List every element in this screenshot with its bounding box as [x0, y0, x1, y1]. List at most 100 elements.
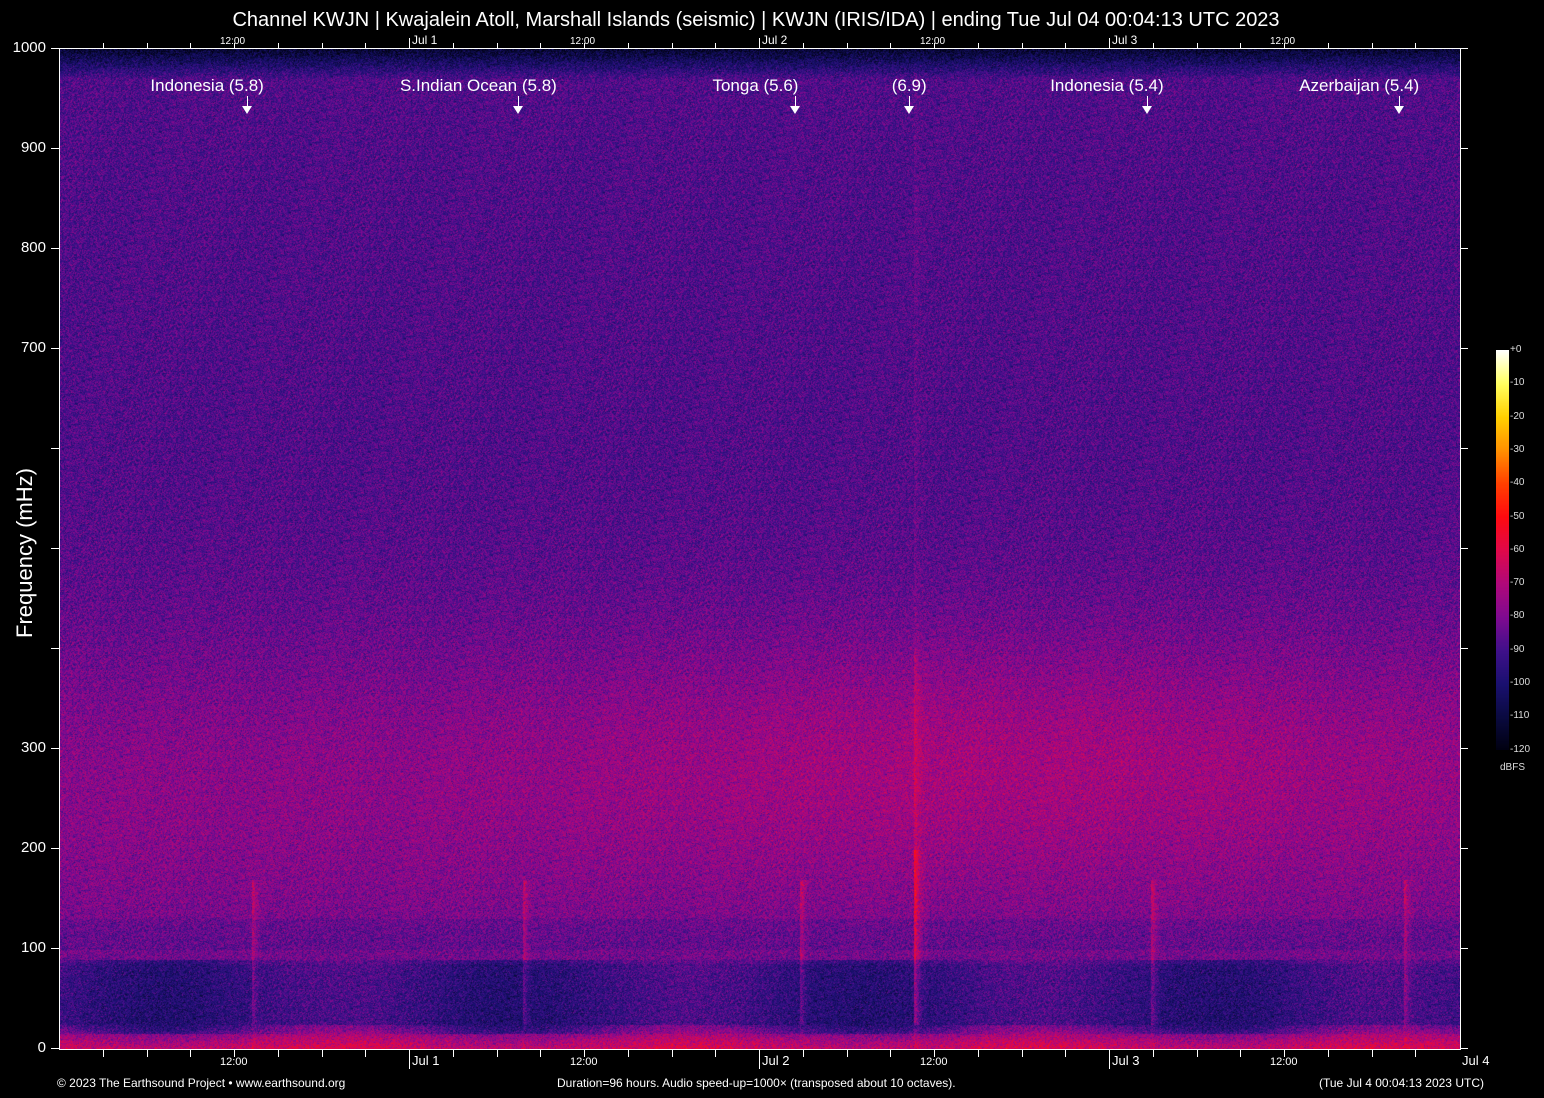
y-tick-left: [51, 848, 59, 849]
x-tick-bottom: [890, 1049, 892, 1057]
x-tick-label-bottom: Jul 2: [762, 1053, 790, 1068]
x-tick-bottom: [277, 1049, 279, 1057]
x-tick-bottom: [977, 1049, 979, 1057]
y-tick-right: [1460, 448, 1468, 449]
x-tick-bottom: [1065, 1049, 1067, 1057]
colorbar-tick-label: -20: [1510, 410, 1525, 422]
x-tick-bottom: [452, 1049, 454, 1057]
y-tick-left: [51, 948, 59, 949]
y-tick-left: [51, 48, 59, 49]
x-tick-top: [1240, 43, 1242, 48]
x-tick-top: [321, 43, 323, 48]
x-tick-bottom: [1240, 1049, 1242, 1057]
x-tick-bottom: [1327, 1049, 1329, 1057]
colorbar: [1496, 350, 1509, 750]
x-tick-top: [146, 43, 148, 48]
y-tick-left: [51, 748, 59, 749]
y-tick-right: [1460, 1048, 1468, 1049]
y-tick-right: [1460, 648, 1468, 649]
event-arrow-icon: [513, 106, 524, 114]
x-tick-top: [890, 43, 892, 48]
x-tick-bottom: [496, 1049, 498, 1057]
colorbar-tick-label: +0: [1510, 344, 1522, 355]
colorbar-tick-label: -40: [1510, 477, 1525, 489]
x-tick-top: [190, 43, 192, 48]
x-tick-bottom: [146, 1049, 148, 1057]
x-tick-bottom: [540, 1049, 542, 1057]
x-tick-label-bottom: Jul 1: [412, 1053, 440, 1068]
x-tick-top: [759, 38, 760, 48]
x-tick-top: [1415, 43, 1417, 48]
footer-copyright: © 2023 The Earthsound Project • www.eart…: [57, 1076, 346, 1090]
x-tick-label-bottom: 12:00: [220, 1056, 248, 1068]
colorbar-tick-label: -120: [1510, 743, 1531, 755]
colorbar-tick-label: -80: [1510, 610, 1525, 622]
colorbar-tick-label: -60: [1510, 543, 1525, 555]
event-label: Indonesia (5.4): [1050, 76, 1164, 95]
y-tick-left: [51, 548, 59, 549]
x-tick-top: [452, 43, 454, 48]
y-tick-label: 900: [20, 139, 46, 156]
x-tick-top: [671, 43, 673, 48]
x-tick-top: [1109, 38, 1110, 48]
event-arrow-icon: [1394, 106, 1405, 114]
colorbar-tick-label: -70: [1510, 577, 1525, 589]
y-tick-right: [1460, 948, 1468, 949]
x-tick-bottom: [802, 1049, 804, 1057]
event-arrow-icon: [790, 106, 801, 114]
x-tick-top: [409, 38, 410, 48]
y-tick-right: [1460, 548, 1468, 549]
event-label: (6.9): [891, 76, 927, 95]
event-arrow-icon: [1141, 106, 1152, 114]
y-tick-label: 1000: [12, 39, 46, 56]
x-tick-bottom: [190, 1049, 192, 1057]
x-tick-label-top: Jul 1: [412, 33, 438, 47]
event-arrow-icon: [242, 106, 253, 114]
event-label: Indonesia (5.8): [150, 76, 264, 95]
x-tick-top: [1327, 43, 1329, 48]
y-tick-label: 100: [20, 939, 46, 956]
event-arrow-icon: [904, 106, 915, 114]
y-tick-label: 700: [20, 339, 46, 356]
y-tick-left: [51, 148, 59, 149]
x-tick-top: [846, 43, 848, 48]
y-tick-right: [1460, 148, 1468, 149]
x-tick-label-top: 12:00: [920, 36, 946, 47]
x-tick-top: [977, 43, 979, 48]
x-tick-top: [102, 43, 104, 48]
y-tick-left: [51, 348, 59, 349]
footer-duration: Duration=96 hours. Audio speed-up=1000× …: [557, 1076, 956, 1090]
event-label: Azerbaijan (5.4): [1299, 76, 1420, 95]
x-tick-top: [1371, 43, 1373, 48]
colorbar-tick-label: -50: [1510, 510, 1525, 522]
colorbar-label: dBFS: [1500, 762, 1526, 773]
x-tick-top: [496, 43, 498, 48]
y-tick-right: [1460, 248, 1468, 249]
spectrogram-image: [60, 49, 1460, 1049]
x-tick-bottom: [1109, 1049, 1110, 1069]
y-tick-right: [1460, 848, 1468, 849]
y-tick-label: 800: [20, 239, 46, 256]
x-tick-bottom: [1371, 1049, 1373, 1057]
x-tick-top: [627, 43, 629, 48]
x-tick-top: [540, 43, 542, 48]
x-tick-bottom: [715, 1049, 717, 1057]
x-tick-top: [1021, 43, 1023, 48]
x-tick-bottom: [759, 1049, 760, 1069]
chart-title: Channel KWJN | Kwajalein Atoll, Marshall…: [232, 9, 1280, 31]
x-tick-label-bottom: 12:00: [570, 1056, 598, 1068]
colorbar-tick-label: -10: [1510, 377, 1525, 389]
y-tick-right: [1460, 48, 1468, 49]
x-tick-label-bottom: Jul 4: [1462, 1053, 1490, 1068]
x-tick-label-bottom: Jul 3: [1112, 1053, 1140, 1068]
event-label: S.Indian Ocean (5.8): [399, 76, 557, 95]
y-tick-label: 0: [37, 1039, 46, 1056]
x-tick-top: [1152, 43, 1154, 48]
x-tick-label-top: Jul 3: [1112, 33, 1138, 47]
x-tick-bottom: [671, 1049, 673, 1057]
y-tick-left: [51, 248, 59, 249]
x-tick-bottom: [1196, 1049, 1198, 1057]
x-tick-bottom: [321, 1049, 323, 1057]
x-tick-bottom: [102, 1049, 104, 1057]
x-tick-bottom: [1415, 1049, 1417, 1057]
